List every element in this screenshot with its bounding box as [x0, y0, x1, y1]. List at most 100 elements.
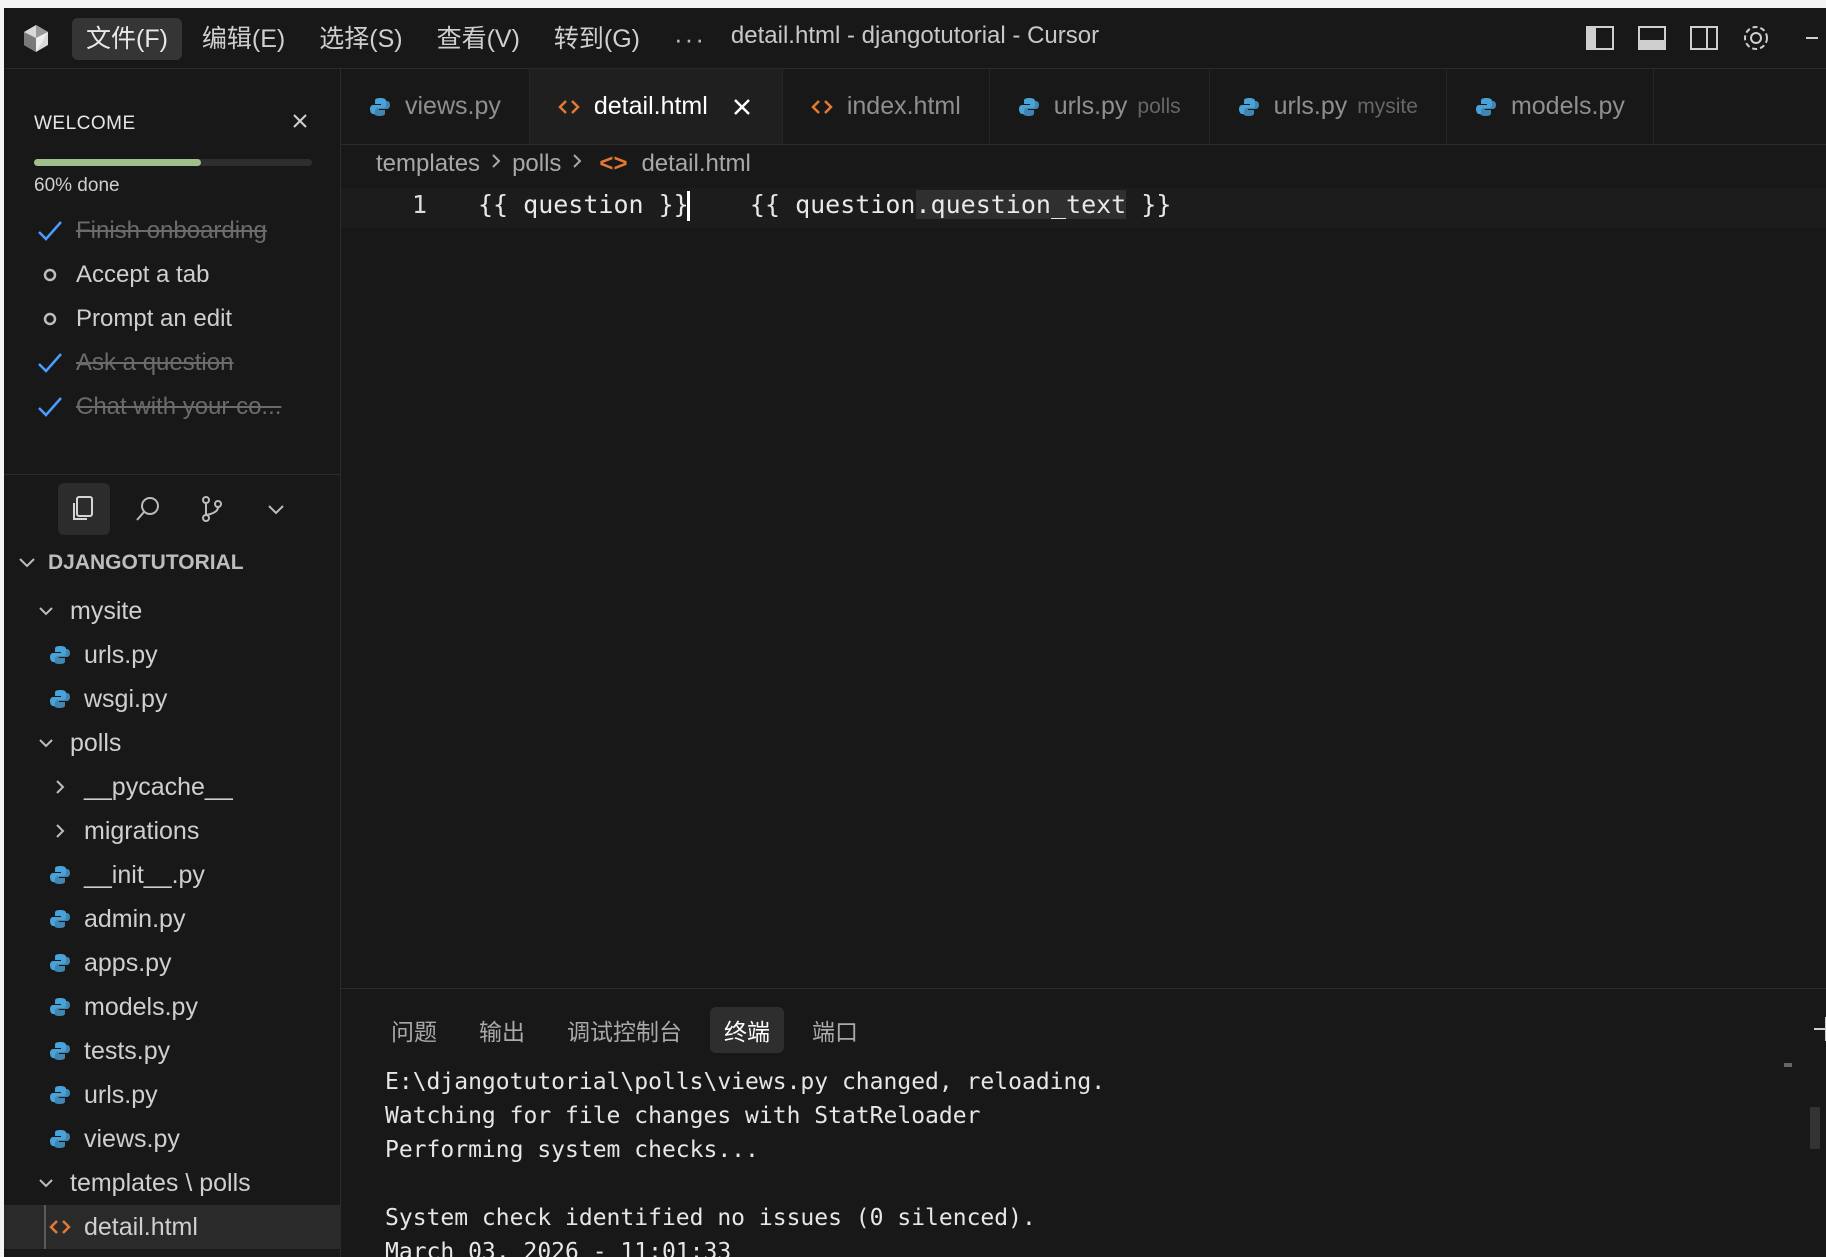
code-token: }} — [1126, 190, 1172, 219]
cursor-logo-icon[interactable] — [20, 22, 52, 54]
explorer-view-icon[interactable] — [58, 483, 110, 535]
python-file-icon — [1475, 96, 1497, 118]
checklist-item-label: Chat with your co... — [76, 393, 282, 420]
source-control-icon[interactable] — [186, 483, 238, 535]
tree-item-label: __pycache__ — [84, 772, 233, 801]
tree-file[interactable]: __init__.py — [4, 853, 340, 897]
cursor-window: 文件(F) 编辑(E) 选择(S) 查看(V) 转到(G) ··· detail… — [4, 8, 1826, 1257]
tree-file[interactable]: tests.py — [4, 1029, 340, 1073]
code-line[interactable]: {{ question }} {{ question.question_text… — [478, 190, 1171, 221]
editor-tab[interactable]: views.py — [341, 69, 530, 144]
progress-text: 60% done — [34, 175, 120, 196]
checklist-item[interactable]: Finish onboarding — [34, 209, 281, 253]
tree-file[interactable]: views.py — [4, 1117, 340, 1161]
menu-file[interactable]: 文件(F) — [72, 18, 182, 60]
toggle-panel-icon[interactable] — [1634, 20, 1670, 56]
tree-file[interactable]: detail.html — [4, 1205, 340, 1249]
tree-folder[interactable]: __pycache__ — [4, 765, 340, 809]
new-terminal-plus-icon[interactable] — [1808, 1011, 1826, 1047]
panel-tab[interactable]: 问题 — [377, 1007, 451, 1053]
chevron-right-icon — [488, 150, 504, 178]
html-file-icon: <> — [599, 150, 628, 177]
breadcrumb-polls[interactable]: polls — [512, 150, 561, 178]
checklist-item-label: Finish onboarding — [76, 217, 267, 244]
line-number: 1 — [412, 190, 428, 219]
tree-item-label: tests.py — [84, 1036, 171, 1065]
code-token: {{ question }} — [478, 190, 689, 219]
toggle-primary-sidebar-icon[interactable] — [1582, 20, 1618, 56]
checkmark-icon — [34, 391, 66, 423]
editor-tab[interactable]: urls.py polls — [990, 69, 1210, 144]
menu-bar: 文件(F) 编辑(E) 选择(S) 查看(V) 转到(G) ··· — [72, 18, 720, 61]
tree-file[interactable]: urls.py — [4, 633, 340, 677]
python-file-icon — [48, 863, 72, 887]
tree-item-label: admin.py — [84, 904, 186, 933]
checklist-item-label: Accept a tab — [76, 261, 210, 288]
tree-folder[interactable]: polls — [4, 721, 340, 765]
explorer-root-label: DJANGOTUTORIAL — [48, 551, 244, 574]
code-token: {{ question — [689, 190, 916, 219]
explorer-root-folder[interactable]: DJANGOTUTORIAL — [16, 551, 244, 575]
view-switcher — [58, 483, 302, 535]
checklist-item[interactable]: Accept a tab — [34, 253, 281, 297]
chevron-down-icon — [34, 599, 58, 623]
html-file-icon — [558, 96, 580, 118]
menu-edit[interactable]: 编辑(E) — [188, 18, 299, 60]
search-view-icon[interactable] — [122, 483, 174, 535]
terminal-output[interactable]: E:\djangotutorial\polls\views.py changed… — [385, 1065, 1105, 1257]
onboarding-progress-bar — [34, 159, 312, 166]
onboarding-checklist: Finish onboarding Accept a tab Prompt an e… — [34, 209, 281, 429]
minimize-icon[interactable] — [1790, 20, 1826, 56]
checklist-item[interactable]: Ask a question — [34, 341, 281, 385]
tab-label: index.html — [846, 92, 961, 120]
editor-tab[interactable]: urls.py mysite — [1210, 69, 1447, 144]
python-file-icon — [1238, 96, 1260, 118]
tree-file[interactable]: urls.py — [4, 1073, 340, 1117]
tree-item-label: wsgi.py — [84, 684, 168, 713]
menu-goto[interactable]: 转到(G) — [540, 18, 654, 60]
tree-folder[interactable]: mysite — [4, 589, 340, 633]
python-file-icon — [369, 96, 391, 118]
tree-item-label: migrations — [84, 816, 200, 845]
panel-tab[interactable]: 输出 — [465, 1007, 539, 1053]
html-file-icon — [48, 1215, 72, 1239]
terminal-scrollbar[interactable] — [1810, 1107, 1820, 1149]
chevron-right-icon — [569, 150, 585, 178]
python-file-icon — [48, 687, 72, 711]
tree-folder[interactable]: templates \ polls — [4, 1161, 340, 1205]
breadcrumb-file[interactable]: detail.html — [641, 150, 750, 178]
checklist-item[interactable]: Chat with your co... — [34, 385, 281, 429]
tree-file[interactable]: apps.py — [4, 941, 340, 985]
tree-file[interactable]: index.html — [4, 1249, 340, 1257]
editor-tab[interactable]: models.py — [1447, 69, 1654, 144]
python-file-icon — [48, 995, 72, 1019]
chevron-down-icon — [16, 551, 40, 575]
welcome-close-icon[interactable] — [286, 107, 314, 135]
checklist-item[interactable]: Prompt an edit — [34, 297, 281, 341]
menu-selection[interactable]: 选择(S) — [305, 18, 416, 60]
checklist-item-label: Ask a question — [76, 349, 234, 376]
close-tab-icon[interactable] — [730, 95, 754, 119]
tree-file[interactable]: admin.py — [4, 897, 340, 941]
panel-tab[interactable]: 调试控制台 — [553, 1007, 696, 1053]
panel-tab[interactable]: 端口 — [798, 1007, 872, 1053]
menu-more-icon[interactable]: ··· — [660, 18, 720, 61]
editor-tab[interactable]: index.html — [783, 69, 990, 144]
editor-tab[interactable]: detail.html — [529, 69, 783, 144]
toggle-secondary-sidebar-icon[interactable] — [1686, 20, 1722, 56]
tree-folder[interactable]: migrations — [4, 809, 340, 853]
panel-tab[interactable]: 终端 — [710, 1007, 784, 1053]
tree-file[interactable]: models.py — [4, 985, 340, 1029]
settings-gear-icon[interactable] — [1738, 20, 1774, 56]
more-views-chevron-icon[interactable] — [250, 483, 302, 535]
breadcrumb-templates[interactable]: templates — [376, 150, 480, 178]
checkmark-icon — [34, 347, 66, 379]
checkmark-icon — [34, 215, 66, 247]
chevron-down-icon — [34, 731, 58, 755]
python-file-icon — [48, 907, 72, 931]
chevron-right-icon — [48, 775, 72, 799]
progress-fill — [34, 159, 201, 166]
tree-file[interactable]: wsgi.py — [4, 677, 340, 721]
menu-view[interactable]: 查看(V) — [423, 18, 534, 60]
